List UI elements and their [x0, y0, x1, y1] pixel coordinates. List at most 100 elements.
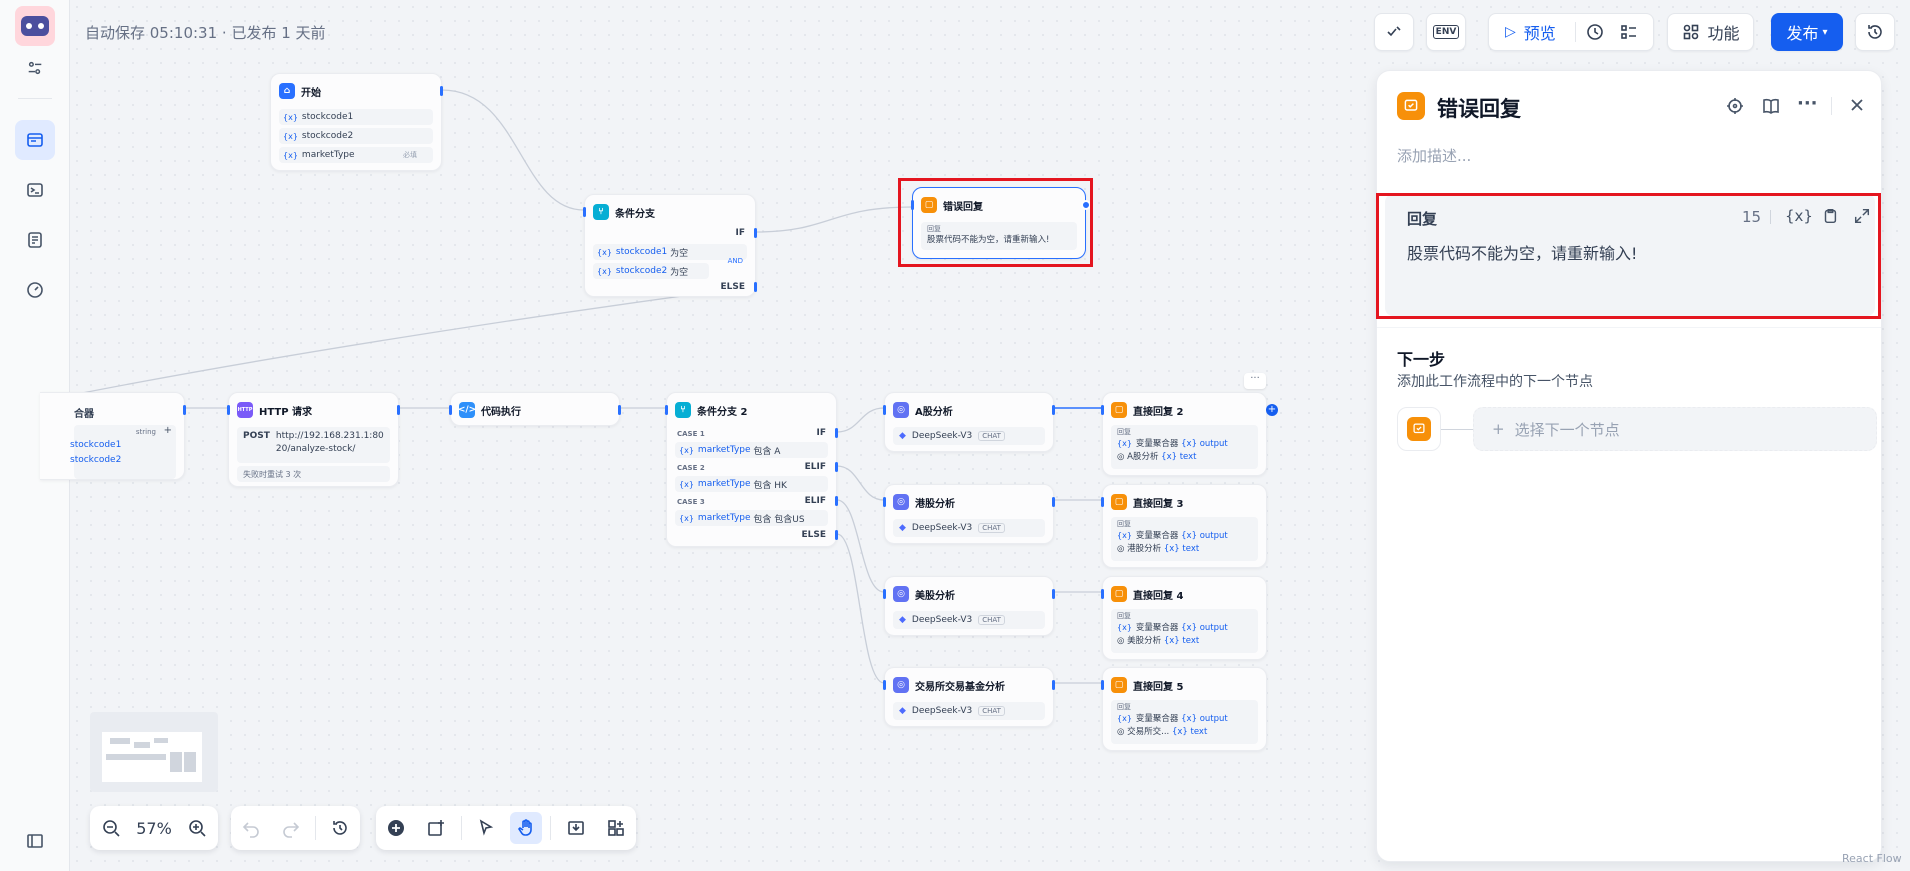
- ref-var: output: [1199, 623, 1228, 633]
- minimap[interactable]: [90, 712, 218, 792]
- select-next-node-button[interactable]: + 选择下一个节点: [1473, 407, 1877, 451]
- ref-var: output: [1199, 531, 1228, 541]
- locate-icon[interactable]: [1725, 96, 1745, 120]
- add-next-node-icon[interactable]: +: [1266, 404, 1278, 416]
- answer-node[interactable]: ▢ 直接回复 3 回复 {x} 变量聚合器 {x} output ◎ 港股分析 {x…: [1101, 484, 1267, 568]
- chat-tag: CHAT: [978, 615, 1005, 625]
- reply-preview: 回复 {x} 变量聚合器 {x} output ◎ 港股分析 {x} text: [1111, 517, 1258, 561]
- model-name: DeepSeek-V3: [911, 523, 973, 533]
- answer-node[interactable]: ▢ 直接回复 5 回复 {x} 变量聚合器 {x} output ◎ 交易所交...…: [1101, 667, 1267, 751]
- add-note-icon[interactable]: [420, 812, 452, 844]
- code-node[interactable]: </> 代码执行: [449, 392, 621, 426]
- redo-icon[interactable]: [275, 812, 307, 844]
- chat-tag: CHAT: [978, 523, 1005, 533]
- type-label: string: [135, 428, 156, 436]
- http-request-preview: POST http://192.168.231.1:8020/analyze-s…: [237, 427, 390, 463]
- node-title: 开始: [301, 87, 321, 99]
- app-logo[interactable]: [15, 6, 55, 46]
- if-else-node[interactable]: ⑂ 条件分支 IF {x} stockcode1 为空 AND {x} stockco…: [583, 194, 757, 297]
- ref-var: text: [1190, 727, 1208, 737]
- condition-op: 为空: [670, 248, 689, 259]
- answer-icon: ▢: [1111, 677, 1127, 693]
- hand-icon[interactable]: [510, 812, 543, 844]
- if-else-node-2[interactable]: ⑂ 条件分支 2 CASE 1 IF {x} marketType 包含 A CAS…: [665, 392, 838, 547]
- env-button[interactable]: ENV: [1426, 13, 1466, 51]
- chat-tag: CHAT: [978, 431, 1005, 441]
- version-history-button[interactable]: [1855, 13, 1895, 51]
- publish-button[interactable]: 发布 ▾: [1771, 13, 1843, 51]
- close-icon[interactable]: [1847, 95, 1867, 119]
- publish-label: 发布: [1786, 24, 1819, 43]
- start-node[interactable]: ⌂ 开始 {x} stockcode1 {x} stockcode2 {x} marke…: [270, 73, 443, 171]
- logs-icon[interactable]: [15, 220, 55, 260]
- retry-info: 失败时重试 3 次: [237, 466, 390, 482]
- zoom-out-icon[interactable]: [95, 812, 127, 844]
- check-icon: [1387, 26, 1401, 37]
- export-image-icon[interactable]: [560, 812, 592, 844]
- terminal-icon[interactable]: [15, 170, 55, 210]
- node-title: 直接回复 4: [1133, 590, 1184, 602]
- zoom-in-icon[interactable]: [181, 812, 213, 844]
- features-button[interactable]: 功能: [1667, 13, 1754, 51]
- node-title: A股分析: [915, 406, 953, 418]
- collapse-sidebar-icon[interactable]: [15, 821, 55, 861]
- reply-preview: 回复 {x} 变量聚合器 {x} output ◎ A股分析 {x} text: [1111, 425, 1258, 469]
- features-icon: [1684, 24, 1699, 40]
- book-icon[interactable]: [1761, 96, 1781, 120]
- variable-aggregator-node[interactable]: 合器 string + stockcode1 stockcode2: [40, 392, 186, 480]
- llm-icon: ◎: [893, 402, 909, 418]
- model-row: ◆ DeepSeek-V3 CHAT: [893, 611, 1045, 629]
- answer-icon: ▢: [1111, 494, 1127, 510]
- condition-row: {x} stockcode2 为空: [593, 263, 709, 279]
- deepseek-icon: ◆: [899, 615, 906, 625]
- var-row: {x} stockcode1: [279, 109, 433, 125]
- pointer-icon[interactable]: [470, 812, 502, 844]
- code-icon: </>: [458, 402, 476, 418]
- checklist-icon[interactable]: [1619, 22, 1639, 46]
- condition-op: 包含 包含US: [753, 514, 805, 525]
- condition-op: 包含 HK: [753, 480, 787, 491]
- llm-icon: ◎: [893, 586, 909, 602]
- current-node-chip: [1397, 407, 1441, 451]
- zoom-level[interactable]: 57%: [136, 819, 172, 838]
- more-icon[interactable]: ···: [1797, 93, 1818, 114]
- http-request-node[interactable]: HTTP HTTP 请求 POST http://192.168.231.1:80…: [227, 392, 400, 487]
- var-row: {x} stockcode2: [279, 128, 433, 144]
- add-node-icon[interactable]: [380, 812, 412, 844]
- orchestrate-icon[interactable]: [15, 120, 55, 160]
- llm-node[interactable]: ◎ 交易所交易基金分析 ◆ DeepSeek-V3 CHAT: [883, 667, 1055, 727]
- plus-icon[interactable]: +: [164, 425, 172, 436]
- model-row: ◆ DeepSeek-V3 CHAT: [893, 702, 1045, 720]
- node-title: 交易所交易基金分析: [915, 681, 1005, 693]
- answer-node[interactable]: ▢ 直接回复 4 回复 {x} 变量聚合器 {x} output ◎ 美股分析 {x…: [1101, 576, 1267, 660]
- chat-tag: CHAT: [978, 706, 1005, 716]
- var-name: stockcode1: [301, 112, 354, 122]
- history-icon[interactable]: [324, 812, 356, 844]
- preview-button[interactable]: 预览: [1524, 20, 1556, 44]
- node-title: 合器: [74, 409, 94, 420]
- react-flow-attribution[interactable]: React Flow: [1842, 852, 1902, 865]
- panel-title[interactable]: 错误回复: [1437, 93, 1521, 123]
- home-icon: ⌂: [279, 83, 295, 99]
- ref-var: text: [1182, 636, 1200, 646]
- if-label: IF: [735, 228, 746, 238]
- organize-blocks-icon[interactable]: [600, 812, 632, 844]
- llm-node[interactable]: ◎ 美股分析 ◆ DeepSeek-V3 CHAT: [883, 576, 1055, 636]
- llm-node[interactable]: ◎ A股分析 ◆ DeepSeek-V3 CHAT: [883, 392, 1055, 452]
- more-icon[interactable]: ···: [1244, 373, 1266, 389]
- answer-node[interactable]: ▢ 直接回复 2 回复 {x} 变量聚合器 {x} output ◎ A股分析 {x…: [1101, 373, 1278, 476]
- condition-op: 包含 A: [753, 446, 781, 457]
- preview-group: ▷ 预览: [1488, 13, 1654, 51]
- llm-node[interactable]: ◎ 港股分析 ◆ DeepSeek-V3 CHAT: [883, 484, 1055, 544]
- run-history-icon[interactable]: [1585, 22, 1605, 46]
- node-title: 直接回复 5: [1133, 681, 1184, 693]
- checklist-button[interactable]: [1374, 13, 1414, 51]
- condition-var: marketType: [697, 513, 751, 523]
- undo-icon[interactable]: [235, 812, 267, 844]
- description-input[interactable]: 添加描述...: [1397, 145, 1471, 166]
- settings-sliders-icon[interactable]: [15, 48, 55, 88]
- next-step-title: 下一步: [1397, 350, 1446, 369]
- case-label: CASE 3: [677, 498, 705, 506]
- monitor-gauge-icon[interactable]: [15, 270, 55, 310]
- model-row: ◆ DeepSeek-V3 CHAT: [893, 519, 1045, 537]
